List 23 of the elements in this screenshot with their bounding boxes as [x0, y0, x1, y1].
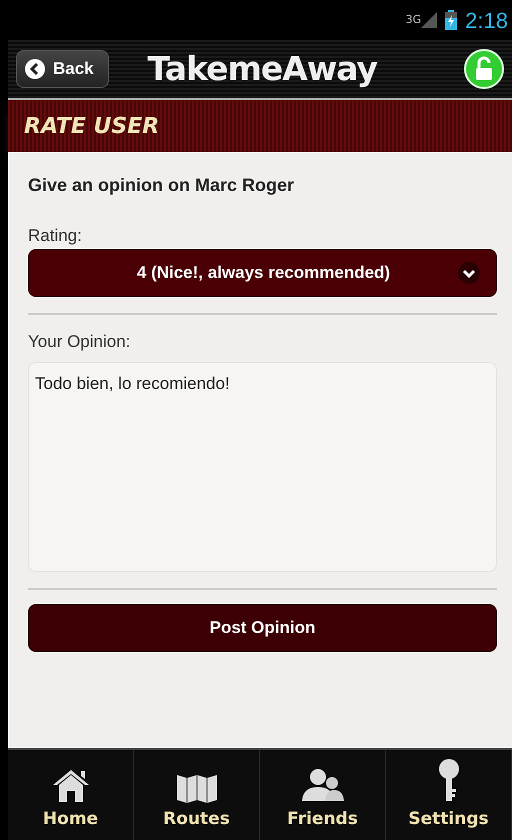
tab-item[interactable]: Routes: [134, 750, 260, 840]
tab-item[interactable]: Home: [8, 750, 134, 840]
rating-select[interactable]: 4 (Nice!, always recommended): [28, 248, 497, 296]
chevron-down-icon: [458, 262, 480, 284]
tab-item[interactable]: Settings: [386, 750, 512, 840]
clock: 2:18: [465, 6, 508, 34]
opinion-label: Your Opinion:: [28, 330, 132, 352]
post-opinion-button[interactable]: Post Opinion: [28, 604, 497, 652]
opinion-field[interactable]: Todo bien, lo recomiendo!: [28, 362, 497, 572]
map-icon: [174, 772, 218, 802]
back-button[interactable]: Back: [16, 50, 109, 88]
signal-icon: [421, 12, 438, 28]
tab-item[interactable]: Friends: [260, 750, 386, 840]
key-icon: [438, 758, 460, 802]
battery-icon: [445, 10, 458, 30]
form-heading: Give an opinion on Marc Roger: [28, 174, 296, 197]
unlock-icon[interactable]: [464, 49, 504, 89]
people-icon: [300, 766, 344, 802]
network-type: 3G: [406, 12, 422, 28]
back-icon: [25, 59, 45, 79]
rating-label: Rating:: [28, 225, 83, 247]
app-title: TakemeAway: [148, 48, 378, 90]
section-title: RATE USER: [24, 112, 160, 140]
